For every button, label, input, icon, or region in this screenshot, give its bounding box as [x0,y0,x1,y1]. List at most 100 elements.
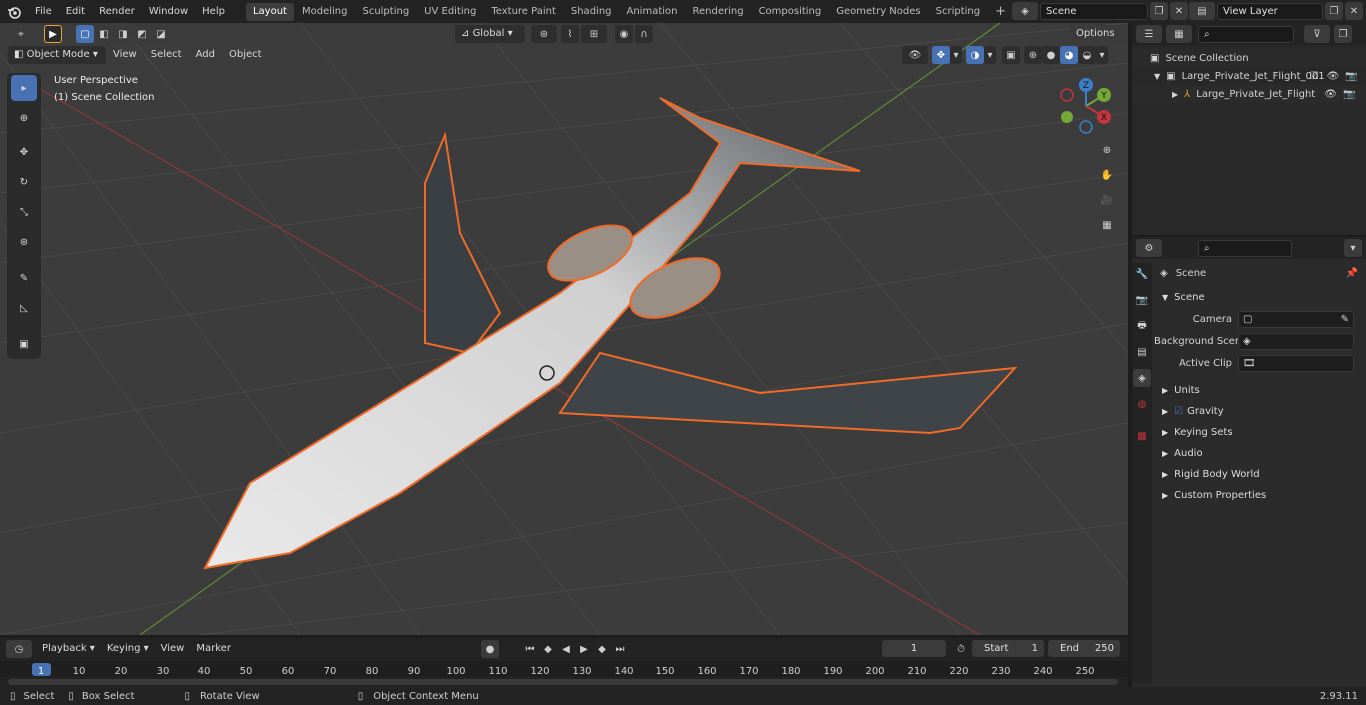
jump-end-icon[interactable]: ⏭ [611,640,629,658]
proportional-edit-icon[interactable]: ◉ [615,25,633,43]
background-scene-field[interactable]: ◈ [1238,332,1354,350]
measure-tool-icon[interactable]: ◺ [11,295,37,321]
playback-menu[interactable]: Playback ▾ [36,640,101,658]
scale-tool-icon[interactable]: ⤡ [11,199,37,225]
marker-menu[interactable]: Marker [190,640,237,658]
visibility-icon[interactable]: 👁 [902,46,928,64]
menu-render[interactable]: Render [92,0,142,23]
ortho-grid-icon[interactable]: ▦ [1098,216,1116,234]
view-menu[interactable]: View [155,640,191,658]
select-mode-icon[interactable]: ▶ [44,25,62,43]
view-layer-tab-icon[interactable]: ▤ [1133,343,1151,361]
properties-search-field[interactable]: ⌕ [1198,239,1292,257]
scene-name-field[interactable]: Scene [1040,2,1148,20]
add-cube-tool-icon[interactable]: ▣ [11,331,37,357]
outliner-search-field[interactable]: ⌕ [1198,25,1294,43]
scene-panel-header[interactable]: ▼ Scene [1154,287,1366,308]
keying-menu[interactable]: Keying ▾ [101,640,155,658]
select-intersect-icon[interactable]: ◪ [152,25,170,43]
play-icon[interactable]: ▶ [575,640,593,658]
menu-help[interactable]: Help [195,0,232,23]
render-camera-icon[interactable]: 📷 [1345,71,1357,82]
copy-view-layer-icon[interactable]: ❐ [1325,2,1343,20]
tab-scripting[interactable]: Scripting [929,3,987,21]
outliner-row-object[interactable]: ▶ ⅄ Large_Private_Jet_Flight 👁 📷 [1132,85,1366,103]
display-mode-icon[interactable]: ▦ [1166,25,1192,43]
tab-layout[interactable]: Layout [245,2,294,21]
annotate-tool-icon[interactable]: ✎ [11,265,37,291]
zoom-icon[interactable]: ⊕ [1098,141,1116,159]
tool-tab-icon[interactable]: 🔧 [1133,265,1151,283]
camera-view-icon[interactable]: 🎥 [1098,191,1116,209]
shading-dropdown-icon[interactable]: ▾ [1096,46,1108,64]
close-scene-icon[interactable]: ✕ [1170,2,1188,20]
current-frame-field[interactable]: 1 [882,640,946,657]
tab-modeling[interactable]: Modeling [295,3,355,21]
visibility-eye-icon[interactable]: 👁 [1327,71,1340,82]
filter-icon[interactable]: ⊽ [1304,25,1330,43]
timeline-scrollbar[interactable] [8,679,1118,685]
options-dropdown[interactable]: Options ▾ [1070,25,1128,57]
view-layer-icon[interactable]: ▤ [1189,2,1215,20]
custom-properties-panel-header[interactable]: ▶ Custom Properties [1154,485,1366,506]
cursor-tool-icon[interactable]: ⊕ [11,105,37,131]
menu-file[interactable]: File [28,0,59,23]
tab-animation[interactable]: Animation [620,3,685,21]
scene-tab-icon[interactable]: ◈ [1133,369,1151,387]
jump-start-icon[interactable]: ⏮ [521,640,539,658]
menu-select[interactable]: Select [144,46,189,64]
prev-keyframe-icon[interactable]: ◆ [539,640,557,658]
menu-view[interactable]: View [106,46,144,64]
render-camera-icon[interactable]: 📷 [1343,89,1355,100]
outliner-row-scene-collection[interactable]: ▣ Scene Collection [1132,49,1366,67]
properties-editor-icon[interactable]: ⚙ [1136,239,1162,257]
blender-logo-icon[interactable] [0,0,28,23]
texture-tab-icon[interactable]: ▩ [1133,427,1151,445]
camera-field[interactable]: ▢ ✎ [1238,310,1354,328]
stopwatch-icon[interactable]: ⏱ [952,640,970,658]
outliner-row-collection[interactable]: ▼ ▣ Large_Private_Jet_Flight_001 ☑ 👁 📷 [1132,67,1366,85]
end-frame-field[interactable]: End 250 [1048,640,1120,657]
audio-panel-header[interactable]: ▶ Audio [1154,443,1366,464]
properties-options-icon[interactable]: ▾ [1344,239,1362,257]
tab-uv-editing[interactable]: UV Editing [417,3,483,21]
navigation-gizmo[interactable]: X Y Z [1055,75,1117,137]
view-layer-field[interactable]: View Layer [1217,2,1323,20]
outliner-editor-icon[interactable]: ☰ [1136,25,1162,43]
menu-object[interactable]: Object [222,46,269,64]
menu-edit[interactable]: Edit [59,0,92,23]
solid-shading-icon[interactable]: ● [1042,46,1060,64]
keying-sets-panel-header[interactable]: ▶ Keying Sets [1154,422,1366,443]
tab-rendering[interactable]: Rendering [685,3,750,21]
gizmo-dropdown-icon[interactable]: ▾ [950,46,962,64]
visibility-eye-icon[interactable]: 👁 [1324,89,1337,100]
units-panel-header[interactable]: ▶ Units [1154,380,1366,401]
menu-window[interactable]: Window [142,0,195,23]
gravity-panel-header[interactable]: ▶ ☑ Gravity [1154,401,1366,422]
overlays-toggle-icon[interactable]: ◑ [966,46,984,64]
xray-icon[interactable]: ▣ [1002,46,1020,64]
falloff-icon[interactable]: ∩ [635,25,653,43]
3d-viewport[interactable]: ⌖ ▶ ▢ ◧ ◨ ◩ ◪ ⊿ Global ▾ ⊛ ⌇ ⊞ ◉ ∩ Optio… [0,23,1128,635]
rendered-shading-icon[interactable]: ◒ [1078,46,1096,64]
play-reverse-icon[interactable]: ◀ [557,640,575,658]
pivot-point-icon[interactable]: ⊛ [531,25,557,43]
snap-target-icon[interactable]: ⊞ [581,25,607,43]
tab-texture-paint[interactable]: Texture Paint [484,3,563,21]
editor-type-icon[interactable]: ⌖ [8,25,34,43]
rigid-body-world-panel-header[interactable]: ▶ Rigid Body World [1154,464,1366,485]
transform-orientation-dropdown[interactable]: ⊿ Global ▾ [455,25,525,43]
transform-tool-icon[interactable]: ⊛ [11,229,37,255]
pin-icon[interactable]: 📌 [1346,268,1358,279]
tab-geometry-nodes[interactable]: Geometry Nodes [829,3,927,21]
jet-model[interactable] [203,97,1018,570]
overlays-dropdown-icon[interactable]: ▾ [984,46,996,64]
new-collection-icon[interactable]: ❐ [1334,25,1352,43]
expand-arrow-icon[interactable]: ▼ [1154,72,1160,81]
tab-compositing[interactable]: Compositing [752,3,829,21]
wireframe-shading-icon[interactable]: ⊕ [1024,46,1042,64]
material-shading-icon[interactable]: ◕ [1060,46,1078,64]
close-view-layer-icon[interactable]: ✕ [1345,2,1363,20]
eyedropper-icon[interactable]: ✎ [1341,314,1349,325]
add-workspace-icon[interactable]: + [988,3,1013,21]
